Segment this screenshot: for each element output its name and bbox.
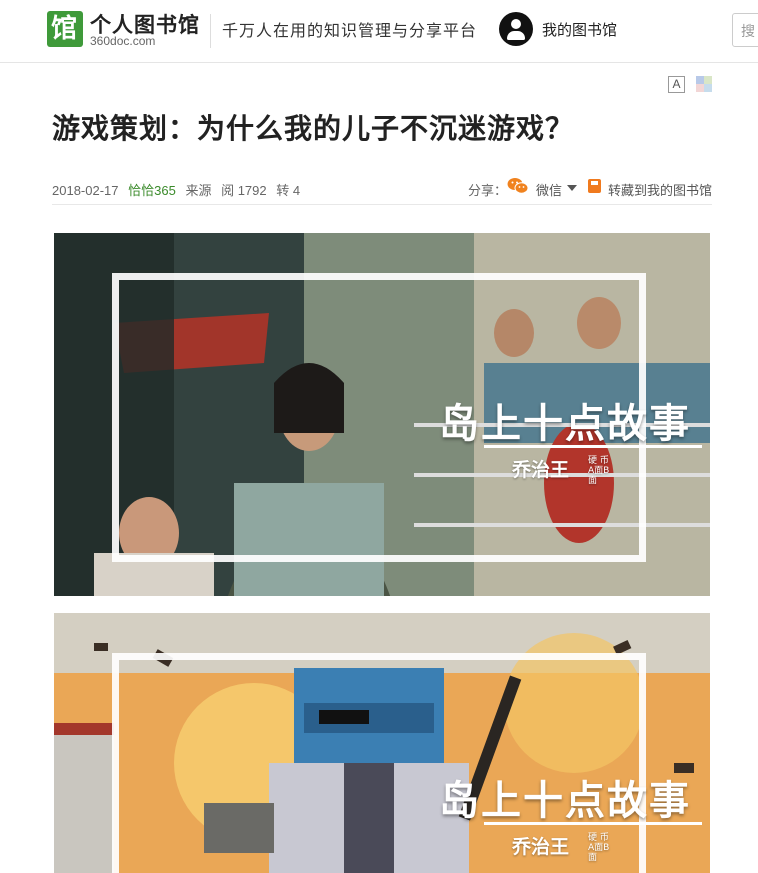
poster-tag: 硬 币 A面B面 [588, 833, 610, 863]
wechat-icon[interactable] [507, 177, 529, 195]
article-meta: 2018-02-17 恰恰365 来源 阅 1792 转 4 [52, 180, 306, 199]
search-placeholder: 搜 [741, 24, 755, 40]
source-label: 来源 [185, 183, 212, 198]
poster-tag: 硬 币 A面B面 [588, 456, 610, 486]
meta-divider [52, 204, 712, 205]
logo-subtitle: 360doc.com [90, 34, 156, 48]
search-input[interactable]: 搜 [732, 13, 758, 47]
share-count: 转 4 [276, 183, 301, 198]
wechat-share-button[interactable]: 微信 [536, 180, 562, 199]
poster-author: 乔治王 [512, 836, 570, 858]
article-title: 游戏策划：为什么我的儿子不沉迷游戏？ [52, 112, 575, 145]
chevron-down-icon[interactable] [567, 185, 577, 191]
article-image-1: 岛上十点故事 乔治王 硬 币 A面B面 [54, 233, 710, 596]
logo-icon[interactable]: 馆 [47, 11, 83, 47]
read-count: 阅 1792 [221, 183, 267, 198]
poster-title: 岛上十点故事 [439, 778, 691, 824]
header-divider [210, 14, 211, 48]
theme-color-icon[interactable] [696, 76, 712, 92]
site-slogan: 千万人在用的知识管理与分享平台 [222, 21, 478, 40]
poster-author: 乔治王 [512, 459, 570, 481]
top-header: 馆 个人图书馆 360doc.com 千万人在用的知识管理与分享平台 我的图书馆… [0, 0, 758, 63]
logo-glyph: 馆 [51, 14, 78, 44]
poster-underline [484, 445, 702, 448]
poster-underline [484, 822, 702, 825]
font-size-icon[interactable]: A [668, 76, 685, 93]
author-link[interactable]: 恰恰365 [128, 183, 176, 198]
poster-title: 岛上十点故事 [439, 401, 691, 447]
save-to-library-button[interactable]: 转藏到我的图书馆 [608, 180, 712, 199]
user-avatar-icon[interactable] [499, 12, 533, 46]
share-label: 分享： [468, 184, 508, 199]
article-image-2: 岛上十点故事 乔治王 硬 币 A面B面 [54, 613, 710, 873]
my-library-link[interactable]: 我的图书馆 [542, 19, 617, 40]
save-icon[interactable] [588, 179, 601, 193]
publish-date: 2018-02-17 [52, 183, 119, 198]
